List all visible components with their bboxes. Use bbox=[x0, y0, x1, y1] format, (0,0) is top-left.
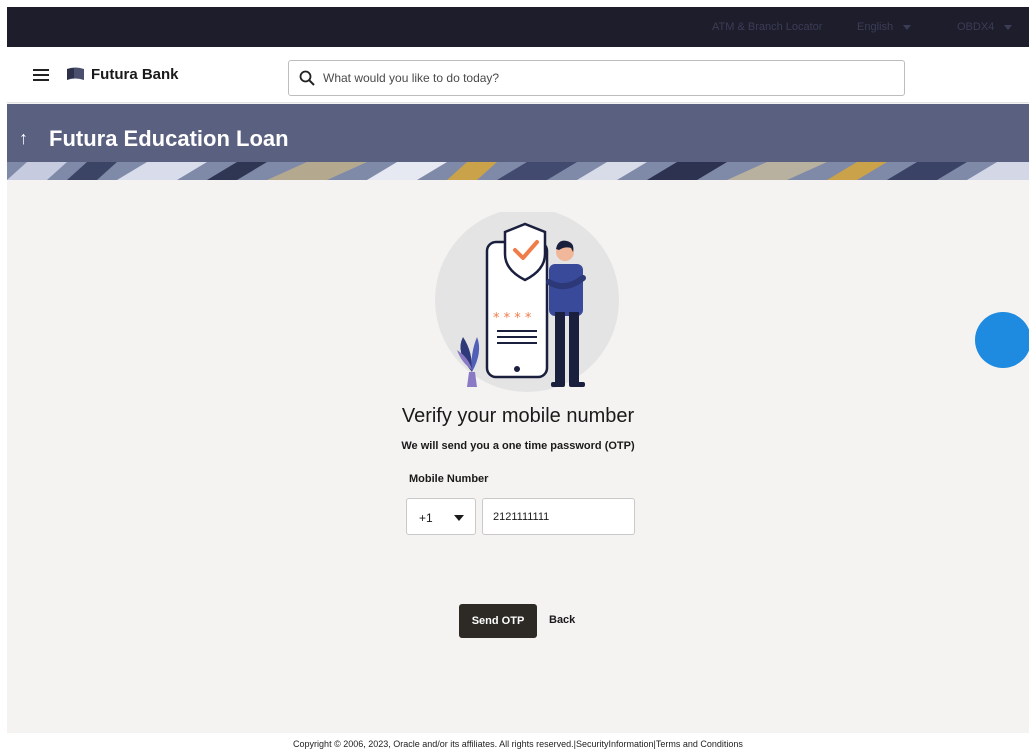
verification-illustration: * * * * bbox=[435, 212, 619, 392]
search-bar[interactable] bbox=[288, 60, 905, 96]
verify-heading: Verify your mobile number bbox=[401, 405, 635, 427]
brand-name[interactable]: Futura Bank bbox=[91, 66, 179, 83]
search-icon bbox=[299, 70, 315, 86]
back-arrow-icon[interactable]: ↑ bbox=[19, 128, 28, 149]
top-utility-bar: ATM & Branch Locator English OBDX4 bbox=[7, 7, 1029, 47]
otp-description: We will send you a one time password (OT… bbox=[401, 440, 635, 452]
main-header: Futura Bank bbox=[7, 47, 1029, 103]
mobile-number-label: Mobile Number bbox=[409, 473, 489, 485]
language-selector[interactable]: English bbox=[857, 21, 912, 33]
hamburger-icon[interactable] bbox=[33, 69, 49, 81]
footer: Copyright © 2006, 2023, Oracle and/or it… bbox=[7, 733, 1029, 753]
app-frame: ATM & Branch Locator English OBDX4 Futur… bbox=[7, 7, 1029, 753]
user-label: OBDX4 bbox=[957, 21, 995, 33]
dropdown-caret-icon bbox=[454, 515, 464, 521]
country-code-value: +1 bbox=[419, 511, 433, 525]
terms-and-conditions-link[interactable]: Terms and Conditions bbox=[656, 739, 743, 749]
copyright-text: Copyright © 2006, 2023, Oracle and/or it… bbox=[293, 739, 574, 749]
security-information-link[interactable]: SecurityInformation bbox=[576, 739, 654, 749]
page-title: Futura Education Loan bbox=[49, 126, 289, 151]
mobile-number-input[interactable] bbox=[482, 498, 635, 535]
atm-branch-locator-link[interactable]: ATM & Branch Locator bbox=[712, 21, 822, 33]
language-label: English bbox=[857, 21, 894, 33]
banner-pattern bbox=[7, 162, 1029, 180]
svg-text:* * * *: * * * * bbox=[493, 311, 532, 326]
back-button[interactable]: Back bbox=[549, 614, 575, 626]
page-banner: ↑ Futura Education Loan bbox=[7, 104, 1029, 180]
search-input[interactable] bbox=[323, 61, 893, 95]
chevron-down-icon bbox=[903, 24, 912, 30]
bank-logo-icon bbox=[67, 67, 84, 80]
user-menu[interactable]: OBDX4 bbox=[957, 21, 1013, 33]
country-code-select[interactable]: +1 bbox=[406, 498, 476, 535]
send-otp-button[interactable]: Send OTP bbox=[459, 604, 537, 638]
help-chat-icon[interactable] bbox=[975, 312, 1029, 368]
chevron-down-icon bbox=[1004, 24, 1013, 30]
